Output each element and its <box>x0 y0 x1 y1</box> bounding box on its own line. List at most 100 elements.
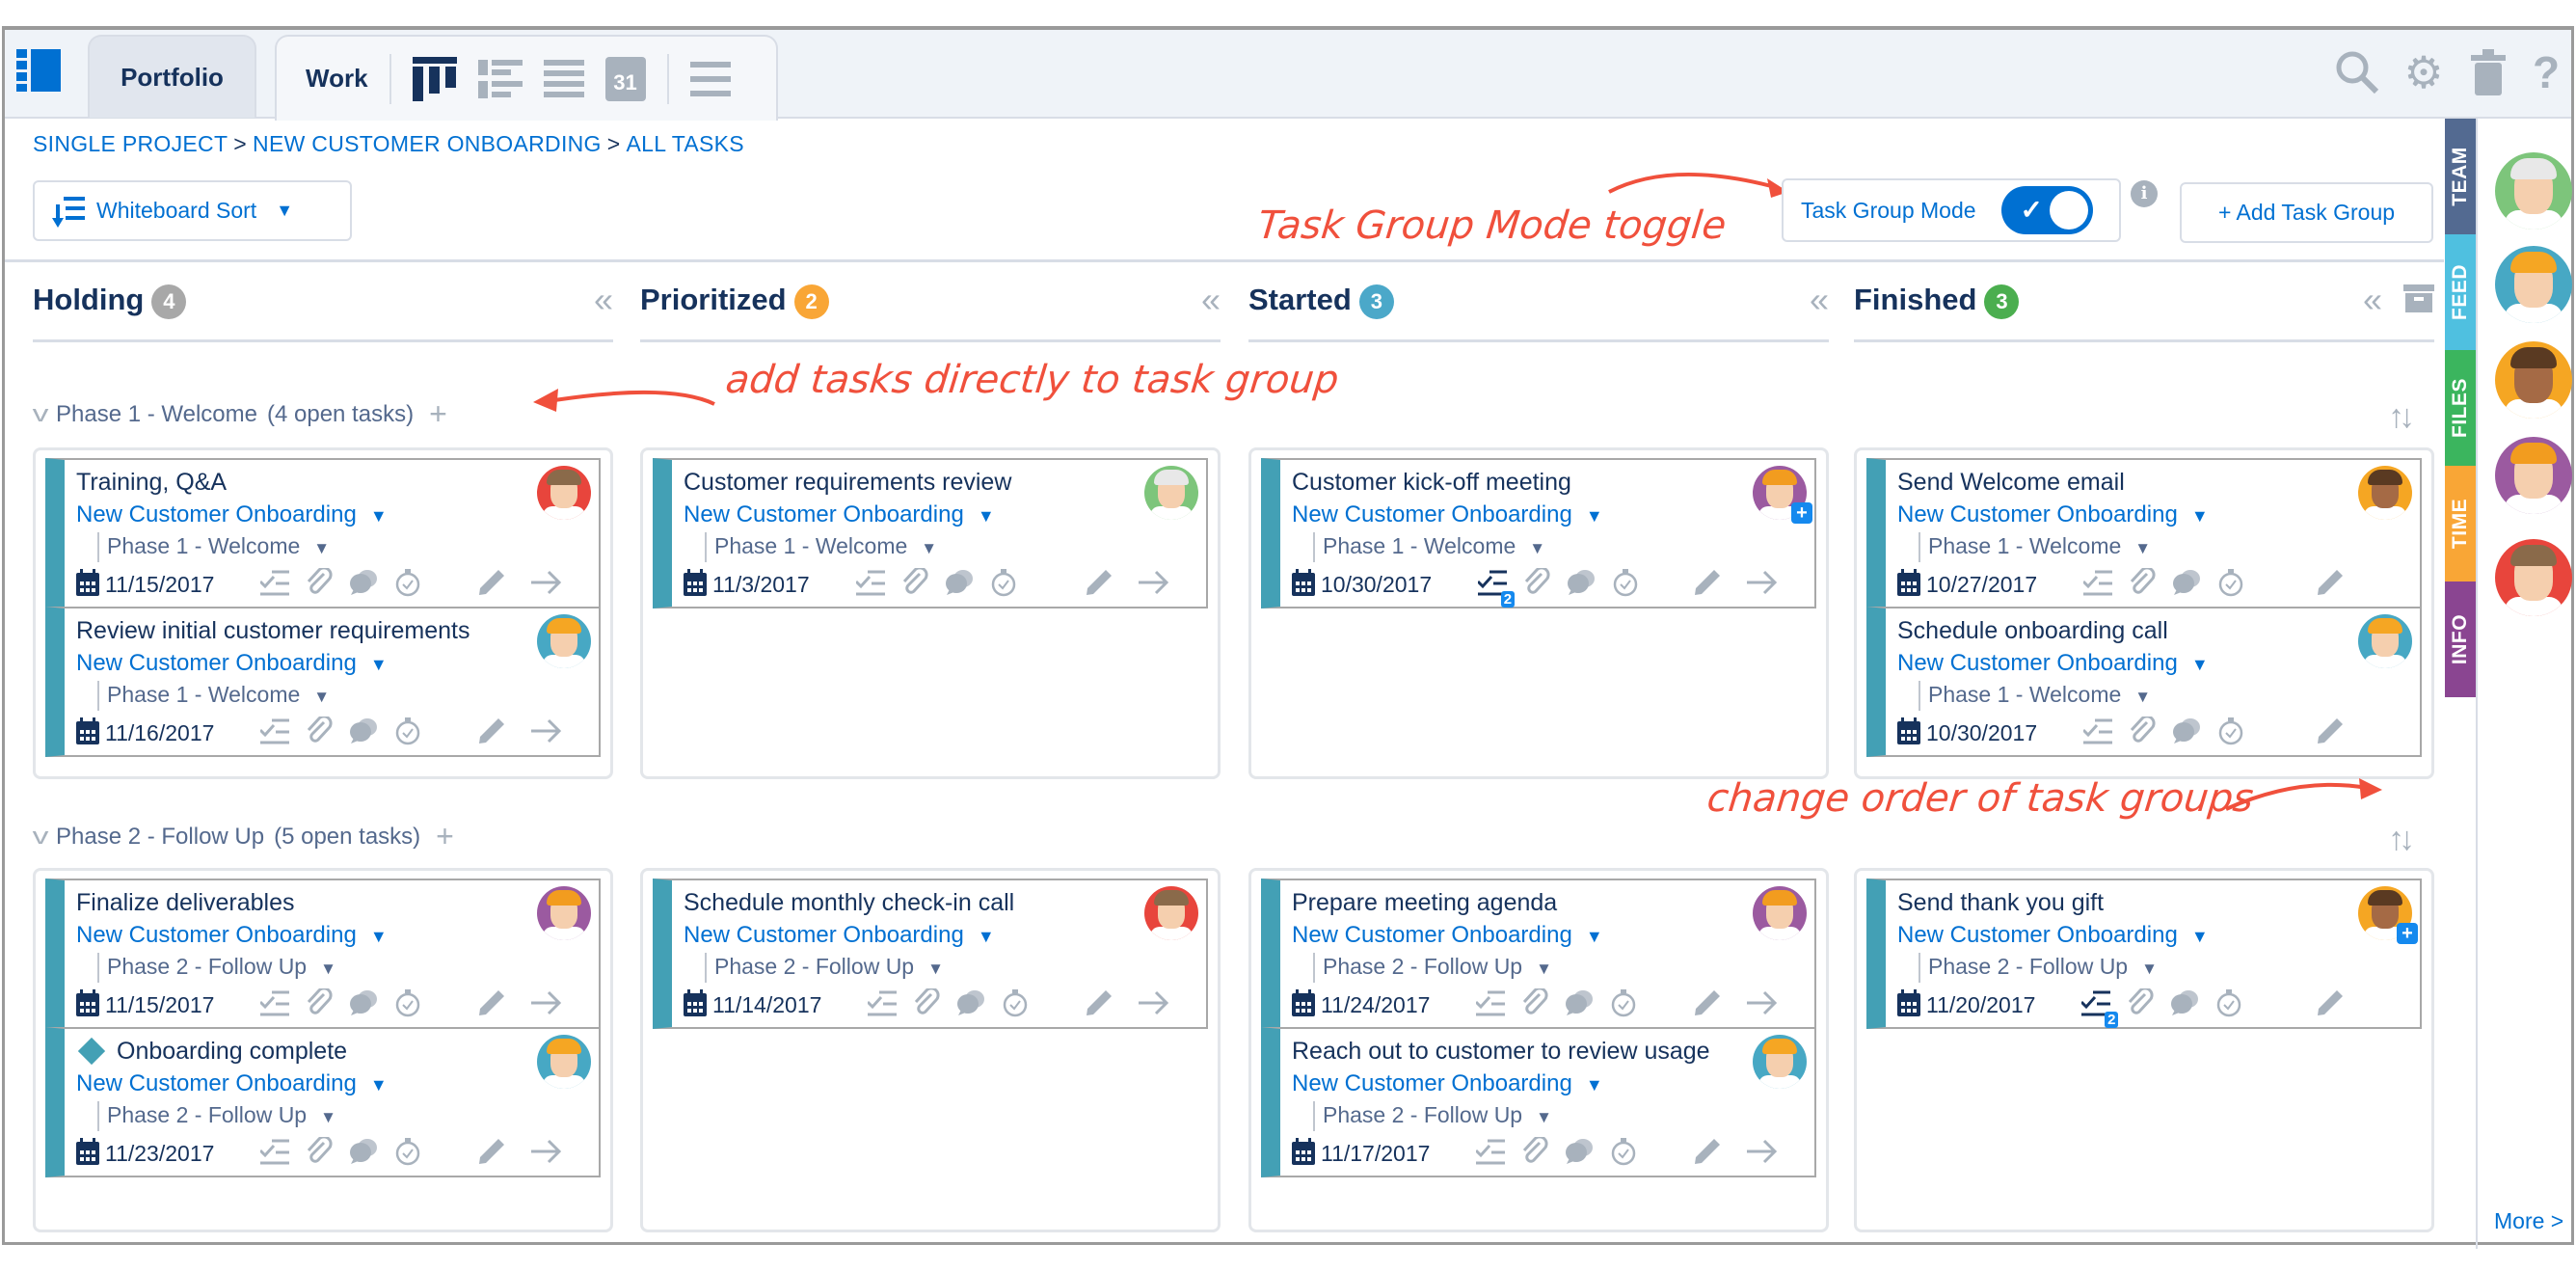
project-dropdown[interactable]: New Customer Onboarding ▼ <box>684 500 1194 530</box>
trash-icon[interactable] <box>2465 49 2511 95</box>
stopwatch-icon[interactable] <box>2216 568 2245 602</box>
side-tab-files[interactable]: FILES <box>2445 350 2476 466</box>
stopwatch-icon[interactable] <box>2214 988 2243 1022</box>
text-view-icon[interactable] <box>543 59 584 98</box>
task-card[interactable]: Prepare meeting agenda New Customer Onboa… <box>1261 879 1816 1029</box>
paperclip-icon[interactable] <box>1520 1134 1549 1171</box>
breadcrumb-project[interactable]: NEW CUSTOMER ONBOARDING <box>253 131 602 156</box>
due-date[interactable]: 11/15/2017 <box>105 992 214 1018</box>
checklist-icon[interactable] <box>259 717 290 750</box>
task-title[interactable]: Prepare meeting agenda <box>1292 888 1557 917</box>
avatar[interactable] <box>1753 1035 1807 1089</box>
avatar[interactable] <box>537 886 591 940</box>
project-dropdown[interactable]: New Customer Onboarding ▼ <box>1292 500 1803 530</box>
side-tab-time[interactable]: TIME <box>2445 466 2476 581</box>
arrow-right-icon[interactable] <box>531 570 562 600</box>
paperclip-icon[interactable] <box>305 986 334 1022</box>
task-card[interactable]: Customer requirements review New Customer… <box>653 458 1208 608</box>
paperclip-icon[interactable] <box>305 1134 334 1171</box>
more-link[interactable]: More > <box>2494 1208 2563 1234</box>
avatar[interactable] <box>537 614 591 668</box>
pencil-icon[interactable] <box>477 717 506 750</box>
project-dropdown[interactable]: New Customer Onboarding ▼ <box>684 921 1194 951</box>
paperclip-icon[interactable] <box>1520 986 1549 1022</box>
calendar-view-icon[interactable]: 31 <box>604 56 646 101</box>
chat-icon[interactable] <box>349 1137 378 1171</box>
stopwatch-icon[interactable] <box>1611 568 1640 602</box>
stopwatch-icon[interactable] <box>1001 988 1030 1022</box>
due-date[interactable]: 11/17/2017 <box>1321 1141 1430 1167</box>
project-dropdown[interactable]: New Customer Onboarding ▼ <box>1292 921 1803 951</box>
project-dropdown[interactable]: New Customer Onboarding ▼ <box>1897 649 2408 679</box>
chat-icon[interactable] <box>2172 717 2201 750</box>
arrow-right-icon[interactable] <box>1747 570 1778 600</box>
avatar[interactable] <box>2358 466 2412 520</box>
team-member-avatar[interactable] <box>2495 341 2572 419</box>
task-group-dropdown[interactable]: Phase 2 - Follow Up ▼ <box>705 953 1194 983</box>
reorder-arrows-icon[interactable]: ↑↓ <box>2388 398 2415 436</box>
collapse-icon[interactable]: « <box>1201 283 1221 317</box>
task-group-dropdown[interactable]: Phase 1 - Welcome ▼ <box>1919 681 2408 711</box>
paperclip-icon[interactable] <box>912 986 941 1022</box>
checklist-icon[interactable] <box>259 568 290 602</box>
info-icon[interactable]: i <box>2131 180 2158 207</box>
due-date[interactable]: 11/20/2017 <box>1926 992 2035 1018</box>
avatar[interactable] <box>1144 466 1198 520</box>
pencil-icon[interactable] <box>477 988 506 1022</box>
due-date[interactable]: 11/23/2017 <box>105 1141 214 1167</box>
chevron-down-icon[interactable]: v <box>33 824 49 851</box>
stopwatch-icon[interactable] <box>2216 717 2245 750</box>
task-card[interactable]: Reach out to customer to review usage New… <box>1261 1027 1816 1177</box>
checklist-icon[interactable] <box>2082 568 2113 602</box>
due-date[interactable]: 11/24/2017 <box>1321 992 1430 1018</box>
add-task-group-button[interactable]: + Add Task Group <box>2180 182 2433 243</box>
paperclip-icon[interactable] <box>2128 565 2157 602</box>
sidebar-toggle-icon[interactable] <box>16 49 61 92</box>
collapse-icon[interactable]: « <box>2363 283 2382 319</box>
task-card[interactable]: Send Welcome email New Customer Onboardin… <box>1866 458 2422 608</box>
chat-icon[interactable] <box>956 988 985 1022</box>
task-title[interactable]: Customer requirements review <box>684 468 1011 497</box>
project-dropdown[interactable]: New Customer Onboarding ▼ <box>76 921 587 951</box>
arrow-right-icon[interactable] <box>531 990 562 1020</box>
menu-icon[interactable] <box>689 61 731 96</box>
pencil-icon[interactable] <box>477 1137 506 1171</box>
add-task-icon[interactable]: + <box>436 819 454 854</box>
stopwatch-icon[interactable] <box>393 568 422 602</box>
project-dropdown[interactable]: New Customer Onboarding ▼ <box>76 1069 587 1099</box>
task-card[interactable]: Send thank you gift New Customer Onboardi… <box>1866 879 2422 1029</box>
checklist-icon[interactable] <box>2082 717 2113 750</box>
checklist-icon[interactable] <box>259 1137 290 1171</box>
task-title[interactable]: Finalize deliverables <box>76 888 295 917</box>
task-group-dropdown[interactable]: Phase 1 - Welcome ▼ <box>1919 532 2408 562</box>
due-date[interactable]: 11/14/2017 <box>712 992 821 1018</box>
chat-icon[interactable] <box>1565 1137 1594 1171</box>
side-tab-info[interactable]: INFO <box>2445 581 2476 697</box>
task-group-dropdown[interactable]: Phase 2 - Follow Up ▼ <box>1313 953 1803 983</box>
team-member-avatar[interactable] <box>2495 246 2572 323</box>
arrow-right-icon[interactable] <box>531 1139 562 1169</box>
paperclip-icon[interactable] <box>305 714 334 750</box>
pencil-icon[interactable] <box>1693 988 1722 1022</box>
checklist-icon[interactable] <box>867 988 898 1022</box>
task-title[interactable]: Schedule monthly check-in call <box>684 888 1014 917</box>
chevron-down-icon[interactable]: v <box>33 401 49 428</box>
task-group-dropdown[interactable]: Phase 1 - Welcome ▼ <box>97 532 587 562</box>
task-group-dropdown[interactable]: Phase 1 - Welcome ▼ <box>1313 532 1803 562</box>
checklist-icon[interactable]: 2 <box>2080 988 2119 1028</box>
pencil-icon[interactable] <box>1085 568 1114 602</box>
paperclip-icon[interactable] <box>2126 986 2155 1022</box>
task-group-dropdown[interactable]: Phase 1 - Welcome ▼ <box>97 681 587 711</box>
breadcrumb-single-project[interactable]: SINGLE PROJECT <box>33 131 228 156</box>
task-title[interactable]: Send Welcome email <box>1897 468 2125 497</box>
whiteboard-view-icon[interactable] <box>412 56 457 101</box>
avatar[interactable] <box>537 466 591 520</box>
gear-icon[interactable]: ⚙ <box>2401 49 2447 95</box>
due-date[interactable]: 11/16/2017 <box>105 720 214 746</box>
checklist-icon[interactable] <box>259 988 290 1022</box>
task-card[interactable]: Onboarding complete New Customer Onboardi… <box>45 1027 601 1177</box>
chat-icon[interactable] <box>349 988 378 1022</box>
task-title[interactable]: Training, Q&A <box>76 468 227 497</box>
due-date[interactable]: 11/3/2017 <box>712 572 810 598</box>
add-assignee-icon[interactable]: + <box>2397 923 2418 944</box>
